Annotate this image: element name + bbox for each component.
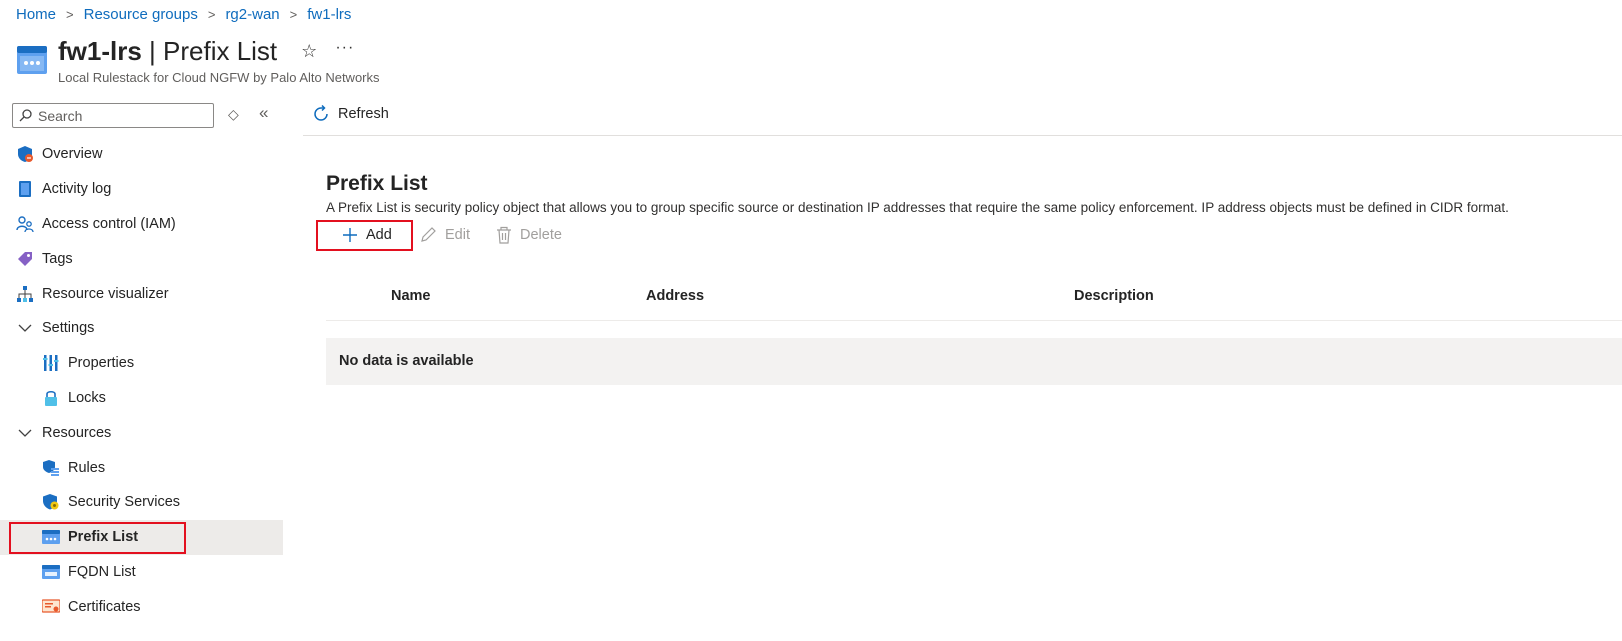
sidebar-item-locks[interactable]: Locks bbox=[0, 381, 283, 416]
sidebar-group-settings[interactable]: Settings bbox=[0, 311, 283, 346]
chevron-down-icon bbox=[16, 319, 34, 337]
sidebar-item-label: Locks bbox=[68, 389, 106, 406]
iam-icon bbox=[16, 215, 34, 233]
sidebar-item-tags[interactable]: Tags bbox=[0, 241, 283, 276]
sidebar-item-fqdn-list[interactable]: FQDN List bbox=[0, 555, 283, 590]
refresh-icon bbox=[312, 105, 330, 123]
edit-button[interactable]: Edit bbox=[419, 220, 470, 250]
lock-icon bbox=[42, 389, 60, 407]
properties-icon bbox=[42, 354, 60, 372]
list-toolbar: Add Edit Delete bbox=[316, 220, 562, 250]
column-header-address[interactable]: Address bbox=[646, 288, 704, 304]
sidebar-item-label: Rules bbox=[68, 459, 106, 476]
more-options-icon[interactable]: ··· bbox=[335, 39, 354, 57]
refresh-label: Refresh bbox=[338, 106, 389, 122]
breadcrumb: Home > Resource groups > rg2-wan > fw1-l… bbox=[16, 6, 351, 23]
sidebar-item-label: Security Services bbox=[68, 494, 181, 511]
breadcrumb-fw1-lrs[interactable]: fw1-lrs bbox=[307, 6, 351, 23]
sidebar-group-label: Settings bbox=[42, 320, 95, 337]
sidebar-item-label: Resource visualizer bbox=[42, 285, 169, 302]
breadcrumb-rg2-wan[interactable]: rg2-wan bbox=[225, 6, 279, 23]
sidebar-item-resource-visualizer[interactable]: Resource visualizer bbox=[0, 276, 283, 311]
sidebar-group-resources[interactable]: Resources bbox=[0, 415, 283, 450]
sidebar-group-label: Resources bbox=[42, 424, 112, 441]
chevron-down-icon bbox=[16, 424, 34, 442]
chevron-right-icon: > bbox=[207, 7, 216, 22]
chevron-right-icon: > bbox=[66, 7, 74, 22]
sidebar-item-prefix-list[interactable]: Prefix List bbox=[0, 519, 283, 555]
search-input[interactable] bbox=[38, 107, 208, 124]
sidebar-item-label: Activity log bbox=[42, 181, 112, 198]
sidebar-nav: Overview Activity log Access control (IA… bbox=[0, 137, 283, 624]
search-icon bbox=[19, 109, 32, 122]
title-row: fw1-lrs | Prefix List ☆ ··· bbox=[58, 36, 354, 67]
collapse-sidebar-icon[interactable]: « bbox=[259, 103, 268, 123]
edit-label: Edit bbox=[445, 227, 470, 243]
security-services-icon bbox=[42, 493, 60, 511]
refresh-button[interactable]: Refresh bbox=[312, 105, 389, 123]
fqdn-list-icon bbox=[42, 563, 60, 581]
visualizer-icon bbox=[16, 285, 34, 303]
sidebar-search-box[interactable] bbox=[12, 103, 214, 128]
trash-icon bbox=[496, 226, 512, 244]
sidebar-item-label: Access control (IAM) bbox=[42, 215, 176, 232]
table-header: Name Address Description bbox=[326, 272, 1622, 321]
column-header-name[interactable]: Name bbox=[391, 288, 431, 304]
add-label: Add bbox=[366, 227, 392, 243]
sidebar-item-label: Certificates bbox=[68, 598, 141, 615]
sidebar-item-access-control[interactable]: Access control (IAM) bbox=[0, 207, 283, 242]
sidebar-item-rules[interactable]: Rules bbox=[0, 450, 283, 485]
sidebar-item-label: Tags bbox=[42, 250, 73, 267]
sidebar-item-label: Prefix List bbox=[68, 529, 139, 546]
delete-button[interactable]: Delete bbox=[496, 220, 562, 250]
delete-label: Delete bbox=[520, 227, 562, 243]
page-subtitle: Local Rulestack for Cloud NGFW by Palo A… bbox=[58, 70, 380, 85]
breadcrumb-home[interactable]: Home bbox=[16, 6, 56, 23]
column-header-description[interactable]: Description bbox=[1074, 288, 1154, 304]
command-bar: Refresh bbox=[303, 96, 1622, 136]
sidebar-item-certificates[interactable]: Certificates bbox=[0, 589, 283, 624]
plus-icon bbox=[342, 227, 358, 243]
certificate-icon bbox=[42, 598, 60, 616]
rules-icon bbox=[42, 459, 60, 477]
section-title: Prefix List bbox=[326, 172, 428, 195]
add-button[interactable]: Add bbox=[316, 220, 413, 250]
page-title: fw1-lrs | Prefix List bbox=[58, 36, 278, 66]
sidebar-item-label: Properties bbox=[68, 355, 135, 372]
sidebar-item-label: FQDN List bbox=[68, 563, 136, 580]
pencil-icon bbox=[419, 226, 437, 244]
expand-collapse-icon[interactable]: ◇ bbox=[228, 106, 239, 123]
sidebar-item-properties[interactable]: Properties bbox=[0, 346, 283, 381]
empty-state-row: No data is available bbox=[326, 338, 1622, 385]
sidebar-item-security-services[interactable]: Security Services bbox=[0, 485, 283, 520]
chevron-right-icon: > bbox=[289, 7, 298, 22]
overview-icon bbox=[16, 145, 34, 163]
prefix-list-icon bbox=[42, 528, 60, 546]
sidebar-item-activity-log[interactable]: Activity log bbox=[0, 172, 283, 207]
activity-log-icon bbox=[16, 180, 34, 198]
section-description: A Prefix List is security policy object … bbox=[326, 200, 1509, 215]
favorite-star-icon[interactable]: ☆ bbox=[301, 41, 317, 62]
empty-state-text: No data is available bbox=[339, 353, 474, 369]
tag-icon bbox=[16, 250, 34, 268]
breadcrumb-resource-groups[interactable]: Resource groups bbox=[84, 6, 198, 23]
sidebar-item-overview[interactable]: Overview bbox=[0, 137, 283, 172]
prefix-list-resource-icon bbox=[17, 46, 47, 74]
sidebar-item-label: Overview bbox=[42, 146, 103, 163]
